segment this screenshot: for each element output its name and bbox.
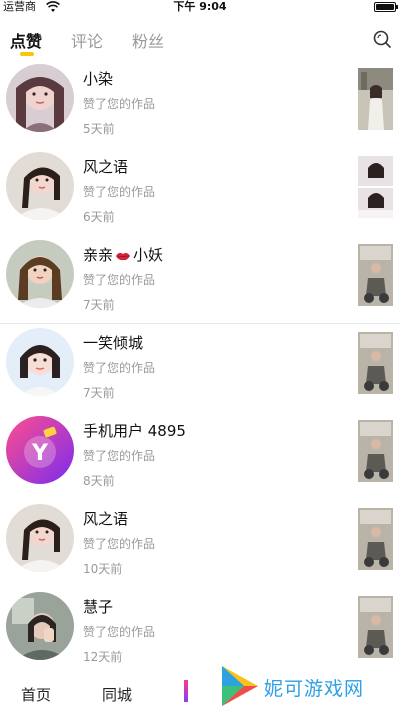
work-thumbnail[interactable] xyxy=(358,420,393,482)
user-name: 风之语 xyxy=(83,158,129,176)
time-ago: 8天前 xyxy=(83,474,115,488)
time-ago: 7天前 xyxy=(83,298,115,312)
list-item[interactable]: 亲亲 小妖 赞了您的作品 7天前 xyxy=(0,236,400,324)
likes-list: 小染 赞了您的作品 5天前 风之语 赞了您的作品 6天前 亲亲 小妖 赞了您的作品… xyxy=(0,60,400,676)
svg-text:Y: Y xyxy=(31,441,49,466)
tab-comments[interactable]: 评论 xyxy=(71,28,103,52)
like-action-text: 赞了您的作品 xyxy=(83,185,156,199)
time-ago: 12天前 xyxy=(83,650,123,664)
like-action-text: 赞了您的作品 xyxy=(83,273,156,287)
list-item[interactable]: 一笑倾城 赞了您的作品 7天前 xyxy=(0,324,400,412)
battery-icon xyxy=(374,2,398,12)
list-item[interactable]: 风之语 赞了您的作品 10天前 xyxy=(0,500,400,588)
user-name: 慧子 xyxy=(83,598,114,616)
status-bar: 运营商 下午 9:04 xyxy=(0,0,400,14)
work-thumbnail[interactable] xyxy=(358,332,393,394)
like-action-text: 赞了您的作品 xyxy=(83,625,156,639)
user-name: 风之语 xyxy=(83,510,129,528)
work-thumbnail[interactable] xyxy=(358,596,393,658)
time-ago: 5天前 xyxy=(83,122,115,136)
user-name: 手机用户 4895 xyxy=(83,422,186,440)
list-item[interactable]: 小染 赞了您的作品 5天前 xyxy=(0,60,400,148)
nav-nearby[interactable]: 同城 xyxy=(102,684,132,705)
like-action-text: 赞了您的作品 xyxy=(83,449,156,463)
avatar[interactable] xyxy=(6,504,74,572)
user-name: 一笑倾城 xyxy=(83,334,144,352)
user-name: 亲亲 小妖 xyxy=(83,244,163,265)
avatar[interactable] xyxy=(6,328,74,396)
user-name-prefix: 亲亲 xyxy=(83,246,114,264)
avatar[interactable] xyxy=(6,592,74,660)
list-item[interactable]: 风之语 赞了您的作品 6天前 xyxy=(0,148,400,236)
like-action-text: 赞了您的作品 xyxy=(83,97,156,111)
list-item[interactable]: Y 手机用户 4895 赞了您的作品 8天前 xyxy=(0,412,400,500)
tab-likes[interactable]: 点赞 xyxy=(10,28,42,52)
tab-fans[interactable]: 粉丝 xyxy=(132,28,164,52)
like-action-text: 赞了您的作品 xyxy=(83,361,156,375)
list-item[interactable]: 慧子 赞了您的作品 12天前 xyxy=(0,588,400,676)
watermark: 妮可游戏网 xyxy=(220,664,400,710)
play-logo-icon xyxy=(222,666,258,706)
avatar[interactable] xyxy=(6,64,74,132)
nav-home[interactable]: 首页 xyxy=(21,684,51,705)
time-ago: 6天前 xyxy=(83,210,115,224)
time-ago: 10天前 xyxy=(83,562,123,576)
work-thumbnail[interactable] xyxy=(358,156,393,218)
like-action-text: 赞了您的作品 xyxy=(83,537,156,551)
avatar[interactable] xyxy=(6,152,74,220)
avatar[interactable]: Y xyxy=(6,416,74,484)
user-name: 小染 xyxy=(83,70,114,88)
user-name-suffix: 小妖 xyxy=(133,246,164,264)
work-thumbnail[interactable] xyxy=(358,508,393,570)
work-thumbnail[interactable] xyxy=(358,68,393,130)
create-button[interactable] xyxy=(184,680,188,702)
status-time: 下午 9:04 xyxy=(173,0,227,13)
tab-bar: 点赞 评论 粉丝 xyxy=(0,24,400,60)
avatar[interactable] xyxy=(6,240,74,308)
search-icon[interactable] xyxy=(372,29,392,49)
time-ago: 7天前 xyxy=(83,386,115,400)
active-tab-indicator xyxy=(20,52,34,56)
watermark-text: 妮可游戏网 xyxy=(264,678,365,700)
work-thumbnail[interactable] xyxy=(358,244,393,306)
lips-icon xyxy=(116,252,131,261)
